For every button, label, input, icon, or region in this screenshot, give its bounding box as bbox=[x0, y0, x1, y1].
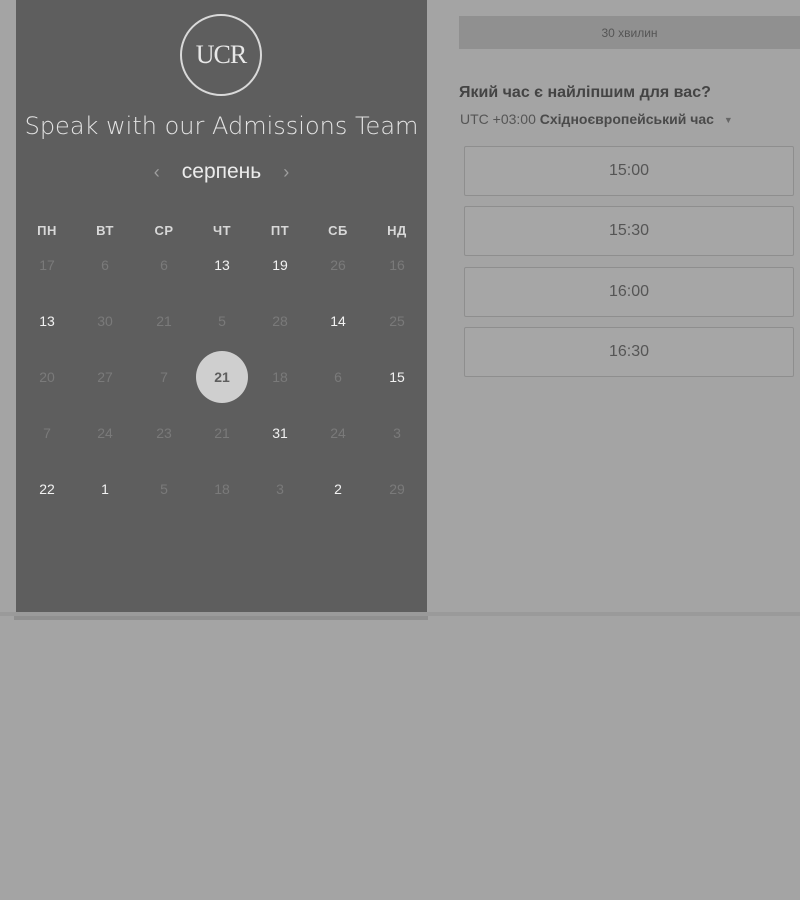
calendar-day[interactable]: 31 bbox=[257, 410, 303, 456]
calendar-day[interactable]: 14 bbox=[315, 298, 361, 344]
calendar-day[interactable]: 2 bbox=[315, 466, 361, 512]
calendar-day[interactable]: 13 bbox=[24, 298, 70, 344]
calendar-day: 5 bbox=[218, 313, 226, 329]
calendar-day: 5 bbox=[160, 481, 168, 497]
page-title: Speak with our Admissions Team bbox=[24, 112, 419, 140]
calendar-day: 27 bbox=[97, 369, 113, 385]
timezone-offset: UTC +03:00 bbox=[460, 111, 536, 127]
calendar-day[interactable]: 1 bbox=[82, 466, 128, 512]
calendar-day[interactable]: 13 bbox=[199, 242, 245, 288]
calendar-day: 6 bbox=[334, 369, 342, 385]
calendar-day[interactable]: 15 bbox=[374, 354, 420, 400]
time-slot-button[interactable]: 15:30 bbox=[464, 206, 794, 256]
calendar-day: 18 bbox=[214, 481, 230, 497]
weekday-label: СБ bbox=[328, 223, 348, 238]
logo: UCR bbox=[180, 14, 262, 96]
calendar-day: 3 bbox=[276, 481, 284, 497]
logo-text: UCR bbox=[195, 40, 247, 69]
calendar-day: 29 bbox=[389, 481, 405, 497]
calendar-day: 24 bbox=[97, 425, 113, 441]
calendar-day: 20 bbox=[39, 369, 55, 385]
calendar-day[interactable]: 19 bbox=[257, 242, 303, 288]
calendar-day: 21 bbox=[214, 425, 230, 441]
calendar-day: 6 bbox=[101, 257, 109, 273]
chevron-right-icon[interactable]: › bbox=[283, 162, 289, 183]
weekday-label: ПН bbox=[37, 223, 57, 238]
calendar-day: 7 bbox=[160, 369, 168, 385]
timezone-name: Східноєвропейський час bbox=[539, 111, 714, 127]
calendar-day: 26 bbox=[330, 257, 346, 273]
calendar-day: 24 bbox=[330, 425, 346, 441]
calendar-day: 16 bbox=[389, 257, 405, 273]
time-slot-button[interactable]: 16:00 bbox=[464, 267, 794, 317]
calendar-day: 3 bbox=[393, 425, 401, 441]
weekday-label: ВТ bbox=[96, 223, 114, 238]
calendar-day: 30 bbox=[97, 313, 113, 329]
timezone-select[interactable]: UTC +03:00 Східноєвропейський час ▼ bbox=[460, 111, 733, 127]
weekday-header: ПН ВТ СР ЧТ ПТ СБ НД bbox=[16, 223, 427, 241]
weekday-label: ЧТ bbox=[212, 223, 232, 238]
calendar-day: 6 bbox=[160, 257, 168, 273]
calendar-day: 17 bbox=[39, 257, 55, 273]
weekday-label: СР bbox=[154, 223, 174, 238]
selected-day[interactable]: 21 bbox=[196, 351, 248, 403]
duration-badge: 30 хвилин bbox=[459, 16, 800, 49]
calendar-panel: UCR Speak with our Admissions Team ‹ сер… bbox=[16, 0, 427, 612]
time-heading: Який час є найліпшим для вас? bbox=[459, 84, 711, 101]
time-slot-button[interactable]: 16:30 bbox=[464, 327, 794, 377]
calendar-day: 28 bbox=[272, 313, 288, 329]
calendar-day[interactable]: 22 bbox=[24, 466, 70, 512]
calendar-day: 25 bbox=[389, 313, 405, 329]
calendar-day: 21 bbox=[156, 313, 172, 329]
time-slot-button[interactable]: 15:00 bbox=[464, 146, 794, 196]
calendar-day: 23 bbox=[156, 425, 172, 441]
footer-divider bbox=[0, 612, 800, 616]
weekday-label: ПТ bbox=[270, 223, 290, 238]
month-navigator: ‹ серпень › bbox=[16, 160, 427, 184]
calendar-day: 18 bbox=[272, 369, 288, 385]
month-label: серпень bbox=[181, 160, 262, 183]
chevron-left-icon[interactable]: ‹ bbox=[154, 162, 160, 183]
weekday-label: НД bbox=[387, 223, 407, 238]
calendar-day: 7 bbox=[43, 425, 51, 441]
caret-down-icon: ▼ bbox=[723, 115, 733, 126]
